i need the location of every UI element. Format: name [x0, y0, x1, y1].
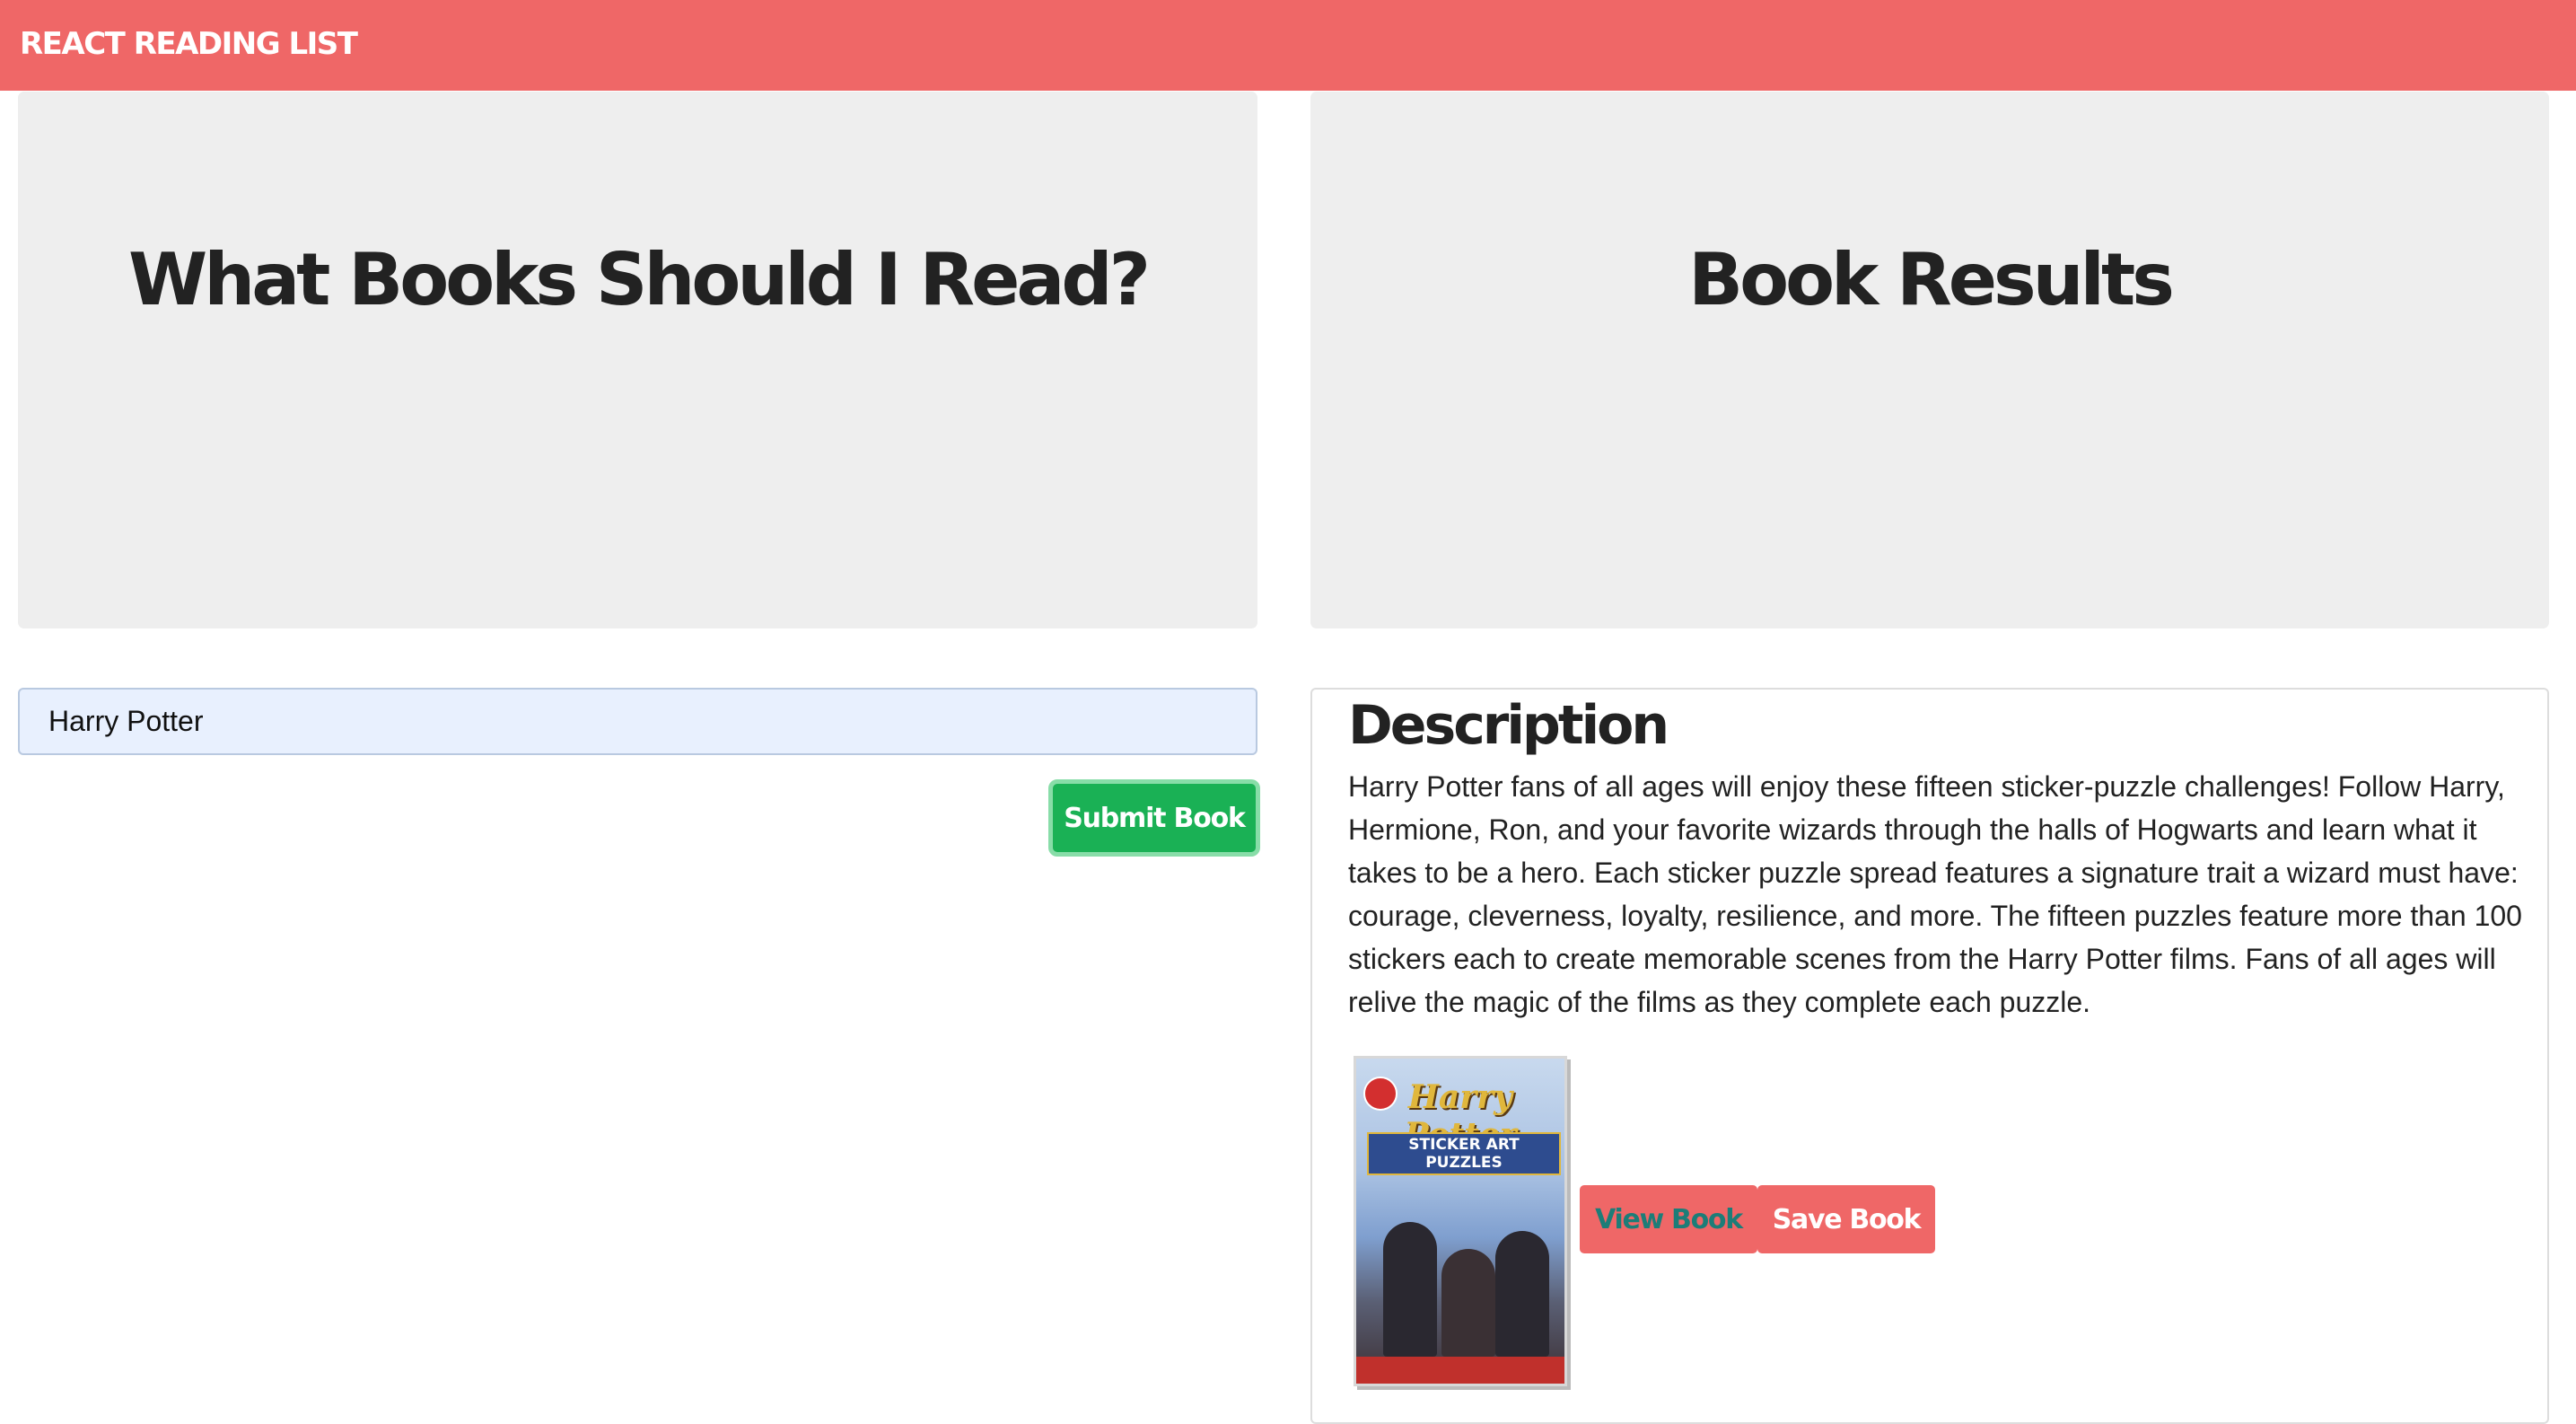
brand-link[interactable]: REACT READING LIST: [20, 22, 358, 66]
results-jumbotron: Book Results: [1310, 92, 2549, 628]
cover-figure: [1495, 1231, 1549, 1357]
results-heading: Book Results: [1688, 237, 2175, 321]
search-jumbotron: What Books Should I Read?: [18, 92, 1257, 628]
cover-figure: [1383, 1222, 1437, 1357]
description-heading: Description: [1348, 694, 1669, 757]
cover-figure: [1441, 1249, 1495, 1357]
book-result-card: Description Harry Potter fans of all age…: [1310, 688, 2549, 1424]
save-book-button[interactable]: Save Book: [1757, 1185, 1935, 1253]
navbar: REACT READING LIST: [0, 0, 2576, 91]
book-cover-image: Harry Potter STICKER ART PUZZLES: [1354, 1056, 1567, 1386]
description-text: Harry Potter fans of all ages will enjoy…: [1348, 770, 2522, 1018]
submit-book-button[interactable]: Submit Book: [1048, 779, 1260, 857]
cover-subtitle: STICKER ART PUZZLES: [1367, 1132, 1561, 1175]
view-book-button[interactable]: View Book: [1580, 1185, 1757, 1253]
search-heading: What Books Should I Read?: [128, 237, 1151, 321]
book-search-input[interactable]: [18, 688, 1257, 755]
cover-footer-bar: [1356, 1357, 1564, 1384]
